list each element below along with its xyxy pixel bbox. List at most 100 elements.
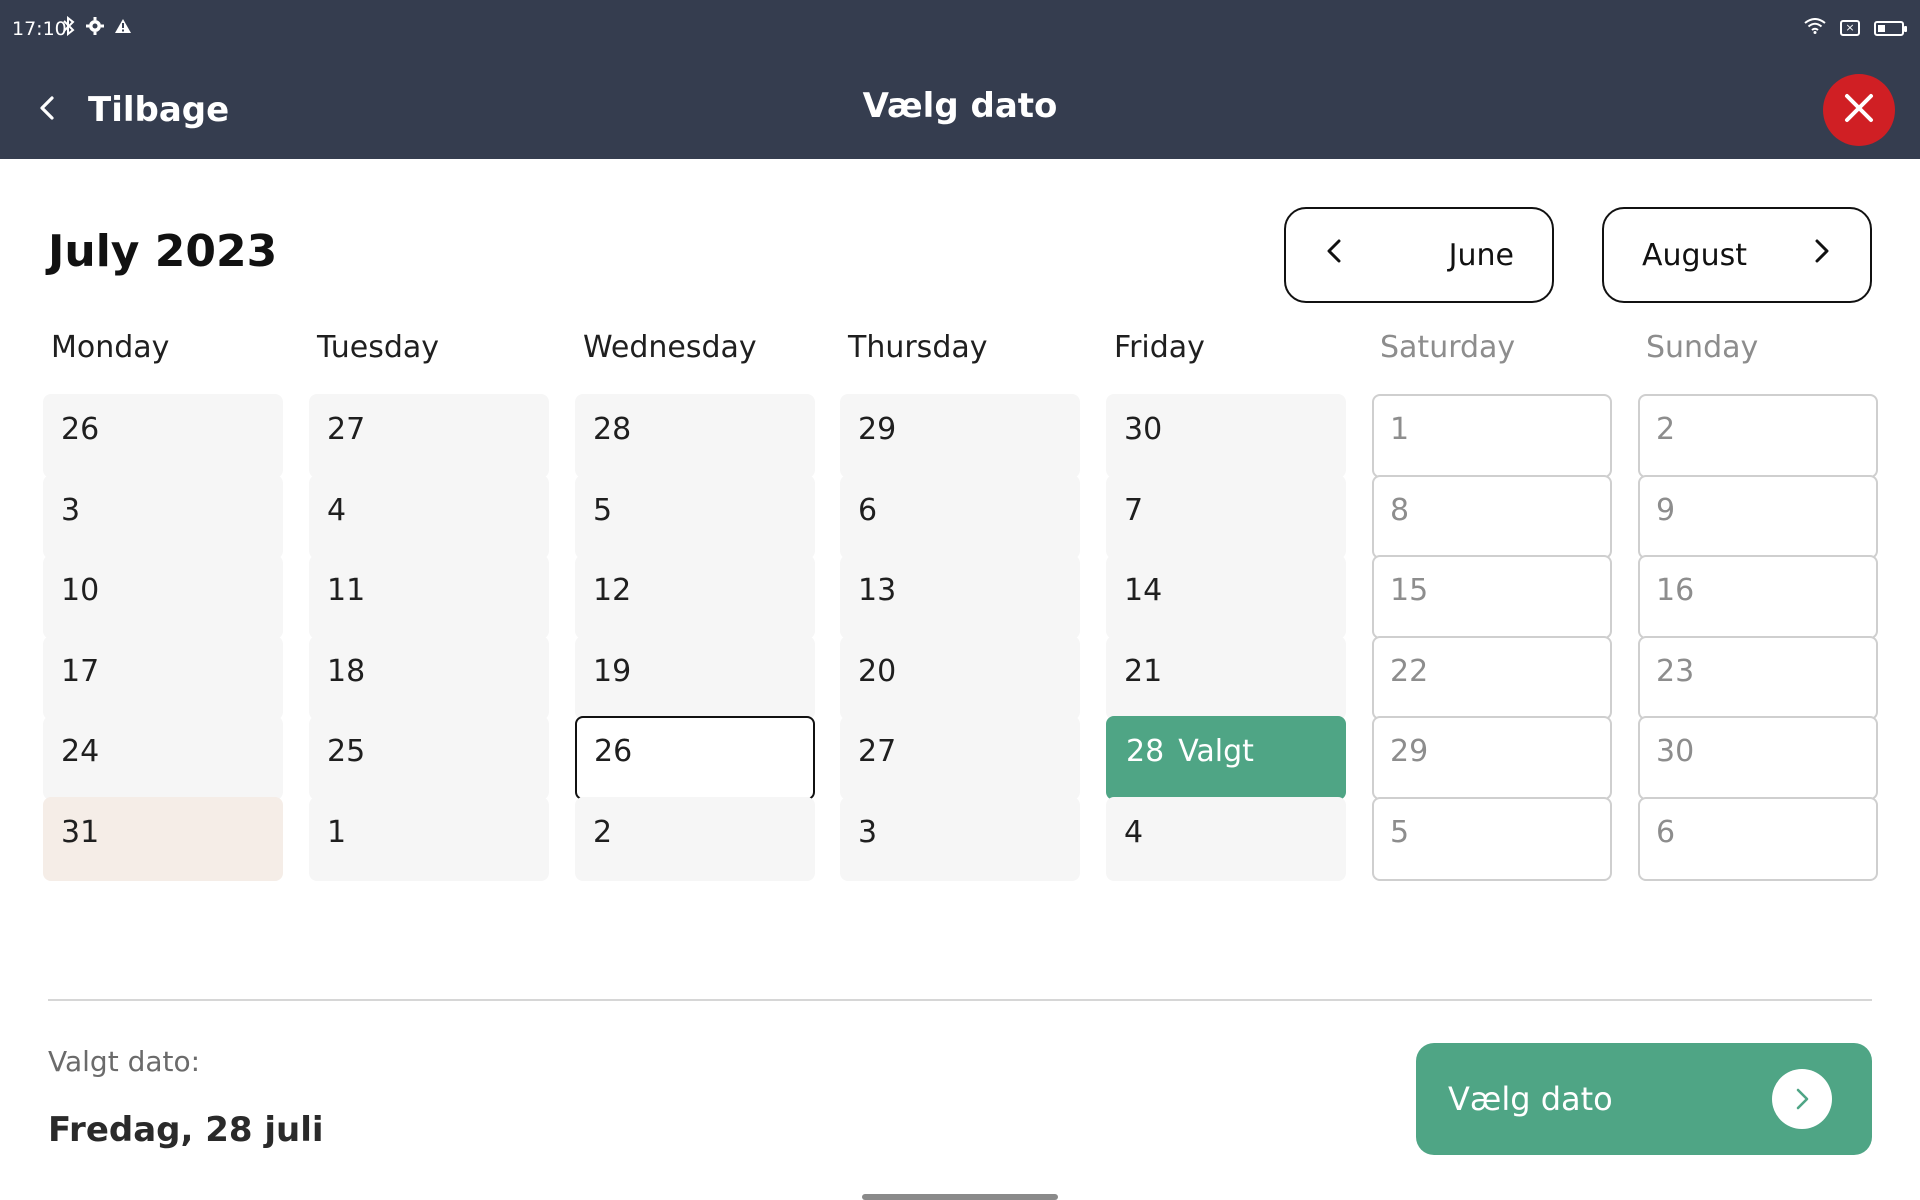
day-number: 27 (858, 734, 897, 769)
status-time: 17:10 (12, 18, 67, 40)
day-cell[interactable]: 29 (840, 394, 1080, 478)
day-cell[interactable]: 1 (1372, 394, 1612, 478)
day-cell[interactable]: 9 (1638, 475, 1878, 559)
day-cell[interactable]: 5 (1372, 797, 1612, 881)
day-cell[interactable]: 30 (1106, 394, 1346, 478)
day-number: 20 (858, 654, 897, 689)
day-number: 3 (61, 493, 81, 528)
day-number: 30 (1124, 412, 1163, 447)
day-number: 30 (1656, 734, 1695, 769)
day-number: 23 (1656, 654, 1695, 689)
day-cell[interactable]: 27 (840, 716, 1080, 800)
day-cell[interactable]: 12 (575, 555, 815, 639)
day-cell[interactable]: 2 (575, 797, 815, 881)
day-number: 16 (1656, 573, 1695, 608)
bluetooth-icon (62, 15, 76, 41)
day-number: 13 (858, 573, 897, 608)
day-cell[interactable]: 17 (43, 636, 283, 720)
day-number: 22 (1390, 654, 1429, 689)
confirm-date-label: Vælg dato (1448, 1080, 1613, 1118)
day-cell[interactable]: 16 (1638, 555, 1878, 639)
status-icons-left (62, 15, 132, 41)
day-number: 18 (327, 654, 366, 689)
day-cell[interactable]: 1 (309, 797, 549, 881)
day-cell[interactable]: 6 (840, 475, 1080, 559)
day-cell[interactable]: 19 (575, 636, 815, 720)
weekday-monday: Monday (51, 330, 170, 365)
day-number: 26 (61, 412, 100, 447)
day-cell[interactable]: 29 (1372, 716, 1612, 800)
day-cell[interactable]: 25 (309, 716, 549, 800)
day-cell[interactable]: 7 (1106, 475, 1346, 559)
day-number: 31 (61, 815, 100, 850)
day-cell[interactable]: 2 (1638, 394, 1878, 478)
weekday-wednesday: Wednesday (583, 330, 757, 365)
day-cell[interactable]: 3 (43, 475, 283, 559)
weekday-thursday: Thursday (848, 330, 988, 365)
day-number: 5 (1390, 815, 1410, 850)
day-cell[interactable]: 13 (840, 555, 1080, 639)
day-number: 6 (1656, 815, 1676, 850)
no-sim-icon: × (1840, 20, 1860, 36)
day-number: 5 (593, 493, 613, 528)
day-cell[interactable]: 26 (43, 394, 283, 478)
day-number: 8 (1390, 493, 1410, 528)
day-cell[interactable]: 21 (1106, 636, 1346, 720)
chevron-right-circle-icon (1772, 1069, 1832, 1129)
day-cell[interactable]: 30 (1638, 716, 1878, 800)
confirm-date-button[interactable]: Vælg dato (1416, 1043, 1872, 1155)
top-bar: 17:10 × Tilbage Vælg dato (0, 0, 1920, 159)
day-cell[interactable]: 27 (309, 394, 549, 478)
next-month-button[interactable]: August (1602, 207, 1872, 303)
day-cell[interactable]: 11 (309, 555, 549, 639)
day-number: 1 (1390, 412, 1410, 447)
day-number: 29 (1390, 734, 1429, 769)
selected-tag: Valgt (1178, 734, 1254, 769)
page-title: Vælg dato (862, 86, 1058, 126)
wifi-icon (1804, 18, 1826, 38)
day-number: 17 (61, 654, 100, 689)
day-number: 19 (593, 654, 632, 689)
day-number: 11 (327, 573, 366, 608)
day-number: 4 (327, 493, 347, 528)
battery-icon (1874, 20, 1907, 36)
close-icon (1842, 91, 1876, 129)
day-cell[interactable]: 14 (1106, 555, 1346, 639)
weekday-friday: Friday (1114, 330, 1205, 365)
day-cell-today[interactable]: 26 (575, 716, 815, 800)
selected-date-value: Fredag, 28 juli (48, 1110, 324, 1150)
day-cell[interactable]: 18 (309, 636, 549, 720)
day-cell[interactable]: 31 (43, 797, 283, 881)
weekday-tuesday: Tuesday (317, 330, 440, 365)
day-cell[interactable]: 15 (1372, 555, 1612, 639)
day-cell[interactable]: 10 (43, 555, 283, 639)
day-cell[interactable]: 24 (43, 716, 283, 800)
day-cell-selected[interactable]: 28 Valgt (1106, 716, 1346, 800)
weekday-sunday: Sunday (1646, 330, 1759, 365)
day-cell[interactable]: 6 (1638, 797, 1878, 881)
day-number: 7 (1124, 493, 1144, 528)
day-cell[interactable]: 4 (1106, 797, 1346, 881)
day-number: 6 (858, 493, 878, 528)
day-cell[interactable]: 3 (840, 797, 1080, 881)
status-bar: 17:10 × (0, 0, 1920, 60)
day-number: 4 (1124, 815, 1144, 850)
day-number: 27 (327, 412, 366, 447)
day-cell[interactable]: 20 (840, 636, 1080, 720)
day-cell[interactable]: 8 (1372, 475, 1612, 559)
day-number: 1 (327, 815, 347, 850)
day-number: 14 (1124, 573, 1163, 608)
day-cell[interactable]: 22 (1372, 636, 1612, 720)
previous-month-label: June (1448, 237, 1514, 273)
day-cell[interactable]: 28 (575, 394, 815, 478)
close-button[interactable] (1823, 74, 1895, 146)
day-number: 3 (858, 815, 878, 850)
day-number: 2 (593, 815, 613, 850)
day-cell[interactable]: 4 (309, 475, 549, 559)
previous-month-button[interactable]: June (1284, 207, 1554, 303)
day-cell[interactable]: 5 (575, 475, 815, 559)
day-number: 12 (593, 573, 632, 608)
day-number: 10 (61, 573, 100, 608)
day-cell[interactable]: 23 (1638, 636, 1878, 720)
day-number: 2 (1656, 412, 1676, 447)
